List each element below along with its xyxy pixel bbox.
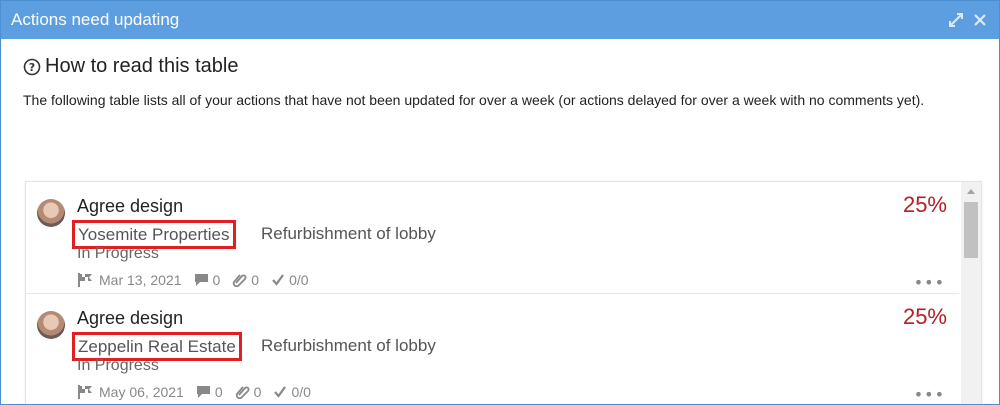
action-item[interactable]: Agree design Zeppelin Real Estate Refurb… bbox=[26, 294, 959, 404]
checklist-count[interactable]: 0/0 bbox=[271, 272, 309, 288]
help-heading: ? How to read this table bbox=[23, 55, 977, 78]
expand-icon[interactable] bbox=[947, 11, 965, 29]
actions-list-container: Agree design Yosemite Properties Refurbi… bbox=[25, 181, 982, 404]
action-status: In Progress bbox=[77, 357, 159, 374]
paperclip-icon bbox=[233, 274, 247, 287]
progress-percent: 25% bbox=[902, 304, 947, 329]
comments-count[interactable]: 0 bbox=[194, 272, 220, 288]
scroll-up-arrow-icon[interactable] bbox=[961, 182, 981, 200]
actions-modal: Actions need updating ? How to read this… bbox=[0, 0, 1000, 405]
due-date-text: May 06, 2021 bbox=[99, 384, 184, 400]
paperclip-icon bbox=[235, 386, 250, 399]
project-name[interactable]: Refurbishment of lobby bbox=[261, 334, 436, 357]
avatar bbox=[37, 311, 65, 339]
more-options-icon[interactable]: ••• bbox=[914, 385, 945, 404]
flag-icon bbox=[78, 273, 92, 287]
svg-text:?: ? bbox=[29, 61, 35, 74]
modal-header: Actions need updating bbox=[1, 1, 999, 39]
attachments-count[interactable]: 0 bbox=[235, 384, 261, 400]
help-title: How to read this table bbox=[45, 55, 239, 77]
avatar bbox=[37, 199, 65, 227]
action-status: In Progress bbox=[77, 245, 159, 262]
question-circle-icon: ? bbox=[23, 58, 41, 75]
actions-list: Agree design Yosemite Properties Refurbi… bbox=[26, 182, 959, 404]
due-date-text: Mar 13, 2021 bbox=[99, 272, 182, 288]
comment-icon bbox=[196, 386, 210, 398]
action-meta: Mar 13, 2021 0 0 0/0 bbox=[77, 272, 321, 288]
more-options-icon[interactable]: ••• bbox=[914, 273, 945, 292]
flag-icon bbox=[78, 385, 92, 399]
attachments-count[interactable]: 0 bbox=[232, 272, 259, 288]
comment-icon bbox=[194, 274, 208, 286]
due-date: May 06, 2021 bbox=[77, 384, 184, 400]
action-title[interactable]: Agree design bbox=[77, 196, 183, 217]
vertical-scrollbar[interactable] bbox=[961, 182, 981, 404]
scrollbar-thumb[interactable] bbox=[964, 202, 978, 258]
comments-count[interactable]: 0 bbox=[196, 384, 223, 400]
modal-body: ? How to read this table The following t… bbox=[1, 55, 999, 112]
header-actions bbox=[947, 11, 989, 29]
modal-title: Actions need updating bbox=[11, 10, 180, 29]
progress-percent: 25% bbox=[902, 192, 947, 217]
action-item[interactable]: Agree design Yosemite Properties Refurbi… bbox=[26, 182, 959, 294]
project-name[interactable]: Refurbishment of lobby bbox=[261, 222, 436, 245]
check-icon bbox=[272, 274, 284, 286]
help-description: The following table lists all of your ac… bbox=[23, 92, 925, 108]
checklist-count[interactable]: 0/0 bbox=[273, 384, 311, 400]
due-date: Mar 13, 2021 bbox=[77, 272, 182, 288]
action-title[interactable]: Agree design bbox=[77, 308, 183, 329]
check-icon bbox=[274, 386, 287, 398]
close-icon[interactable] bbox=[971, 11, 989, 29]
action-meta: May 06, 2021 0 0 0/0 bbox=[77, 384, 323, 400]
